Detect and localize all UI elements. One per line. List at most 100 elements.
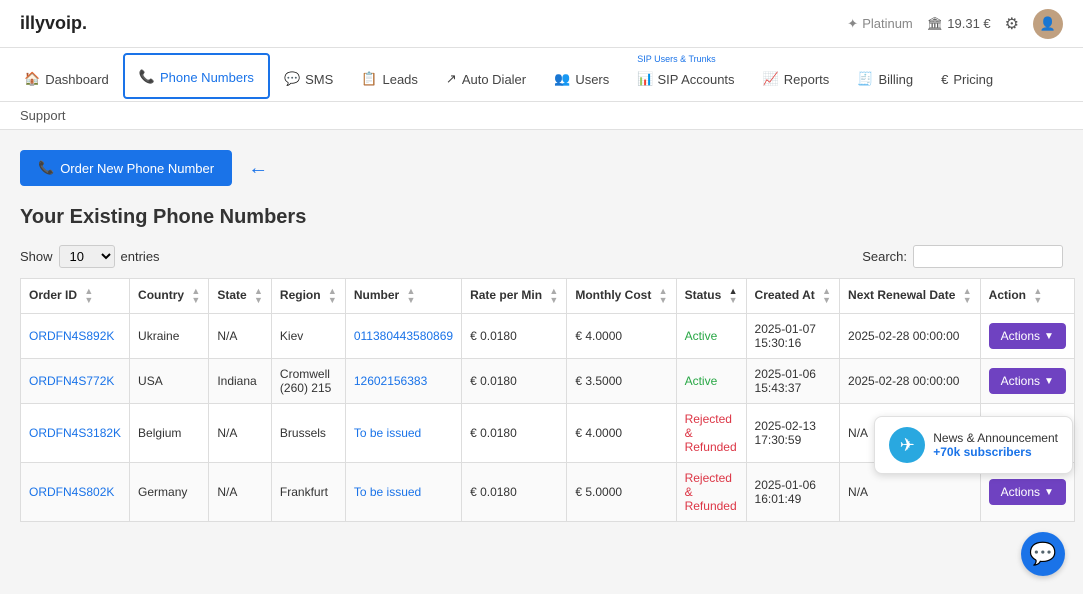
nav-item-auto-dialer[interactable]: ↗ Auto Dialer (432, 57, 540, 101)
cell-created-2: 2025-02-13 17:30:59 (746, 404, 840, 463)
cell-number-0: 011380443580869 (345, 314, 461, 359)
order-id-link-0[interactable]: ORDFN4S892K (29, 329, 114, 343)
cell-order-id-0: ORDFN4S892K (21, 314, 130, 359)
nav-item-sip-accounts[interactable]: SIP Users & Trunks 📊 SIP Accounts (623, 48, 748, 101)
cell-rate-0: € 0.0180 (462, 314, 567, 359)
sip-icon: 📊 (637, 71, 653, 87)
sort-arrows-order-id: ▲▼ (84, 287, 93, 305)
actions-caret-3: ▼ (1044, 487, 1054, 498)
cell-country-3: Germany (130, 463, 209, 522)
cell-monthly-2: € 4.0000 (567, 404, 676, 463)
col-header-order-id[interactable]: Order ID ▲▼ (21, 279, 130, 314)
col-header-status[interactable]: Status ▲▼ (676, 279, 746, 314)
cell-action-0: Actions ▼ (980, 314, 1074, 359)
col-header-created[interactable]: Created At ▲▼ (746, 279, 840, 314)
search-label: Search: (862, 249, 907, 264)
table-row: ORDFN4S772K USA Indiana Cromwell (260) 2… (21, 359, 1075, 404)
col-header-monthly-cost[interactable]: Monthly Cost ▲▼ (567, 279, 676, 314)
avatar[interactable]: 👤 (1033, 9, 1063, 39)
nav-item-phone-numbers[interactable]: 📞 Phone Numbers (123, 53, 270, 99)
col-header-state[interactable]: State ▲▼ (209, 279, 272, 314)
cell-state-1: Indiana (209, 359, 272, 404)
number-link-0[interactable]: 011380443580869 (354, 329, 453, 343)
nav-label-billing: Billing (878, 72, 913, 87)
cell-region-2: Brussels (271, 404, 345, 463)
number-link-3[interactable]: To be issued (354, 485, 421, 499)
order-id-link-2[interactable]: ORDFN4S3182K (29, 426, 121, 440)
table-controls: Show 10 25 50 100 entries Search: (20, 245, 1063, 268)
nav-label-auto-dialer: Auto Dialer (462, 72, 526, 87)
nav-bar: 🏠 Dashboard 📞 Phone Numbers 💬 SMS 📋 Lead… (0, 48, 1083, 102)
support-row: Support (0, 102, 1083, 130)
auto-dialer-icon: ↗ (446, 71, 457, 87)
col-header-renewal[interactable]: Next Renewal Date ▲▼ (840, 279, 981, 314)
order-id-link-3[interactable]: ORDFN4S802K (29, 485, 114, 499)
cell-number-3: To be issued (345, 463, 461, 522)
cell-region-0: Kiev (271, 314, 345, 359)
nav-item-users[interactable]: 👥 Users (540, 57, 623, 101)
cell-state-0: N/A (209, 314, 272, 359)
settings-button[interactable]: ⚙ (1005, 14, 1019, 34)
cell-order-id-1: ORDFN4S772K (21, 359, 130, 404)
telegram-label: News & Announcement (933, 431, 1058, 445)
cell-state-2: N/A (209, 404, 272, 463)
nav-item-billing[interactable]: 🧾 Billing (843, 57, 927, 101)
actions-caret-1: ▼ (1044, 376, 1054, 387)
actions-button-3[interactable]: Actions ▼ (989, 479, 1066, 505)
nav-label-sip-accounts: SIP Accounts (657, 72, 734, 87)
sort-arrows-action: ▲▼ (1033, 287, 1042, 305)
table-row: ORDFN4S892K Ukraine N/A Kiev 01138044358… (21, 314, 1075, 359)
section-title: Your Existing Phone Numbers (20, 206, 1063, 229)
search-input[interactable] (913, 245, 1063, 268)
cell-monthly-3: € 5.0000 (567, 463, 676, 522)
col-header-country[interactable]: Country ▲▼ (130, 279, 209, 314)
sms-icon: 💬 (284, 71, 300, 87)
number-link-1[interactable]: 12602156383 (354, 374, 427, 388)
nav-item-leads[interactable]: 📋 Leads (347, 57, 432, 101)
order-id-link-1[interactable]: ORDFN4S772K (29, 374, 114, 388)
entries-label: entries (121, 249, 160, 264)
show-label: Show (20, 249, 53, 264)
col-header-region[interactable]: Region ▲▼ (271, 279, 345, 314)
actions-button-0[interactable]: Actions ▼ (989, 323, 1066, 349)
order-new-phone-number-button[interactable]: 📞 Order New Phone Number (20, 150, 232, 186)
telegram-info: News & Announcement +70k subscribers (933, 431, 1058, 459)
cell-monthly-1: € 3.5000 (567, 359, 676, 404)
reports-icon: 📈 (763, 71, 779, 87)
search-box: Search: (862, 245, 1063, 268)
phone-btn-icon: 📞 (38, 160, 54, 176)
nav-item-reports[interactable]: 📈 Reports (749, 57, 844, 101)
status-badge-1: Active (685, 374, 718, 388)
actions-button-1[interactable]: Actions ▼ (989, 368, 1066, 394)
users-icon: 👥 (554, 71, 570, 87)
nav-item-dashboard[interactable]: 🏠 Dashboard (10, 57, 123, 101)
support-link[interactable]: Support (20, 108, 66, 123)
cell-action-1: Actions ▼ (980, 359, 1074, 404)
sort-arrows-region: ▲▼ (328, 287, 337, 305)
top-header: illyvoip. ✦ Platinum 🏛 19.31 € ⚙ 👤 (0, 0, 1083, 48)
telegram-popup[interactable]: ✈ News & Announcement +70k subscribers (874, 416, 1073, 474)
table-header-row: Order ID ▲▼ Country ▲▼ State ▲▼ Region ▲… (21, 279, 1075, 314)
col-header-rate[interactable]: Rate per Min ▲▼ (462, 279, 567, 314)
chat-bubble-button[interactable]: 💬 (1021, 532, 1065, 576)
sort-arrows-number: ▲▼ (407, 287, 416, 305)
entries-select[interactable]: 10 25 50 100 (59, 245, 115, 268)
phone-numbers-table: Order ID ▲▼ Country ▲▼ State ▲▼ Region ▲… (20, 278, 1075, 522)
nav-label-phone-numbers: Phone Numbers (160, 70, 254, 85)
balance-value: 19.31 € (947, 16, 990, 31)
number-link-2[interactable]: To be issued (354, 426, 421, 440)
plan-icon: ✦ (847, 16, 858, 32)
cell-status-3: Rejected & Refunded (676, 463, 746, 522)
cell-order-id-3: ORDFN4S802K (21, 463, 130, 522)
cell-country-1: USA (130, 359, 209, 404)
nav-item-pricing[interactable]: € Pricing (927, 58, 1007, 101)
status-badge-0: Active (685, 329, 718, 343)
status-badge-3: Rejected & Refunded (685, 471, 737, 513)
nav-item-sms[interactable]: 💬 SMS (270, 57, 347, 101)
sip-sublabel: SIP Users & Trunks (637, 54, 715, 64)
col-header-number[interactable]: Number ▲▼ (345, 279, 461, 314)
balance-display: 🏛 19.31 € (927, 16, 991, 32)
billing-icon: 🏛 (927, 16, 944, 32)
col-header-action[interactable]: Action ▲▼ (980, 279, 1074, 314)
cell-created-1: 2025-01-06 15:43:37 (746, 359, 840, 404)
